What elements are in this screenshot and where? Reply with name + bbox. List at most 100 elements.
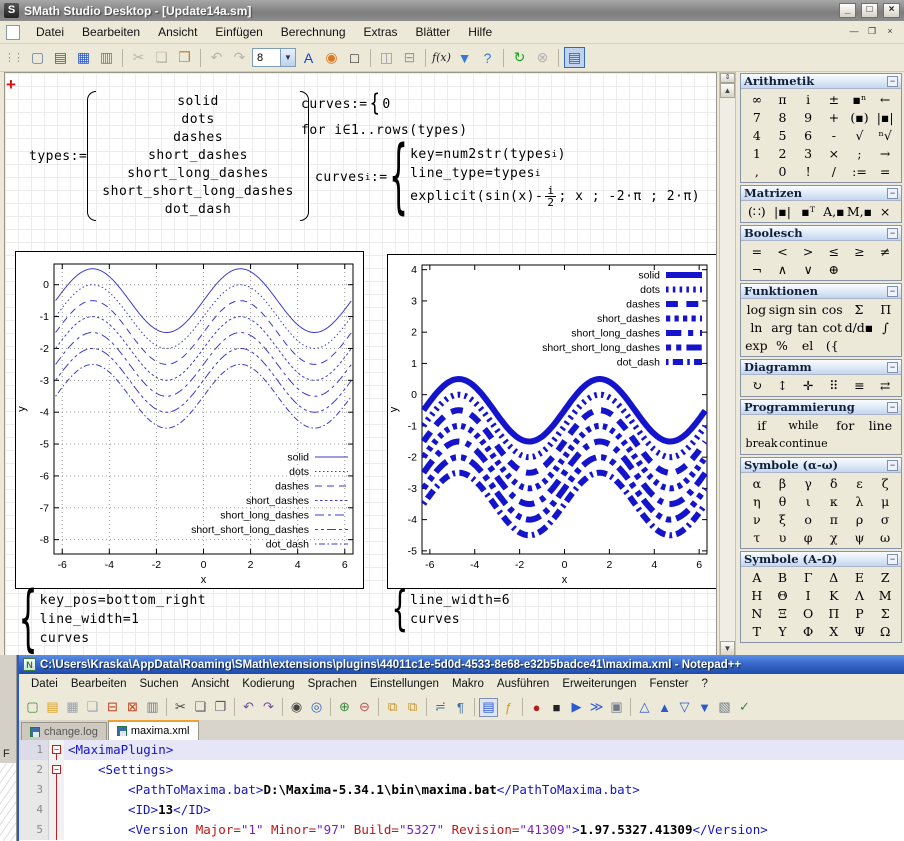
open-file-icon[interactable]: ▤	[50, 47, 71, 68]
curves-program-region[interactable]: curves:= { 0 for i∈1..rows(types) curves…	[301, 91, 700, 208]
palette-button[interactable]: →	[872, 145, 898, 162]
palette-button[interactable]: Ε	[847, 569, 873, 586]
palette-button[interactable]: ∞	[744, 91, 770, 108]
palette-button[interactable]: ⇄	[872, 377, 898, 394]
palette-button[interactable]: ↻	[744, 377, 770, 394]
sort-asc-icon[interactable]: △	[635, 698, 654, 717]
undo-icon[interactable]: ↶	[206, 47, 227, 68]
palette-button[interactable]: <	[770, 243, 796, 260]
palette-button[interactable]: Ρ	[847, 605, 873, 622]
npp-editor[interactable]: 1−<MaximaPlugin>2−<Settings>3<PathToMaxi…	[19, 740, 904, 841]
palette-button[interactable]: :=	[847, 163, 873, 180]
collapse-icon[interactable]: −	[887, 76, 898, 87]
save-macro-icon[interactable]: ▣	[607, 698, 626, 717]
close-file-icon[interactable]: ⊟	[103, 698, 122, 717]
stop-macro-icon[interactable]: ■	[547, 698, 566, 717]
monitor-icon[interactable]: ▧	[715, 698, 734, 717]
npp-menu-item-ansicht[interactable]: Ansicht	[186, 676, 236, 692]
worksheet[interactable]: + types:= soliddotsdashesshort_dashessho…	[4, 72, 717, 657]
collapse-icon[interactable]: −	[887, 188, 898, 199]
mdi-restore-button[interactable]: ❐	[864, 25, 880, 39]
palette-button[interactable]: θ	[770, 493, 796, 510]
palette-button[interactable]: 5	[770, 127, 796, 144]
sort-desc-icon[interactable]: ▼	[695, 698, 714, 717]
collapse-icon[interactable]: ▲	[655, 698, 674, 717]
palette-button[interactable]: ↕	[770, 377, 796, 394]
border-icon[interactable]: □	[344, 47, 365, 68]
palette-button[interactable]: Β	[770, 569, 796, 586]
redo-icon[interactable]: ↷	[229, 47, 250, 68]
plot-region-right[interactable]: -6-4-2024643210-1-2-3-4-5xysoliddotsdash…	[387, 254, 717, 589]
collapse-icon[interactable]: −	[887, 554, 898, 565]
fold-margin[interactable]: −	[49, 740, 64, 760]
palette-button[interactable]: κ	[821, 493, 847, 510]
palette-button[interactable]: ≥	[847, 243, 873, 260]
npp-menu-item-makro[interactable]: Makro	[446, 676, 490, 692]
palette-button[interactable]: !	[795, 163, 821, 180]
open-file-icon[interactable]: ▤	[43, 698, 62, 717]
palette-button[interactable]: Ζ	[872, 569, 898, 586]
fold-margin[interactable]	[49, 780, 64, 800]
palette-button[interactable]: line	[863, 417, 898, 434]
palette-button[interactable]: Θ	[770, 587, 796, 604]
code-line-3[interactable]: 3<PathToMaxima.bat>D:\Maxima-5.34.1\bin\…	[19, 780, 904, 800]
palette-button[interactable]: Υ	[770, 623, 796, 640]
palette-button[interactable]: tan	[795, 319, 820, 336]
combo-dropdown-icon[interactable]: ▼	[280, 49, 295, 66]
palette-button[interactable]: Σ	[872, 605, 898, 622]
palette-button[interactable]: M,▪	[847, 203, 873, 220]
replace-icon[interactable]: ◎	[307, 698, 326, 717]
palette-button[interactable]: υ	[770, 529, 796, 546]
print-icon[interactable]: ▥	[143, 698, 162, 717]
palette-button[interactable]: Σ	[845, 301, 874, 318]
npp-menu-item-fenster[interactable]: Fenster	[644, 676, 695, 692]
palette-button[interactable]: 7	[744, 109, 770, 126]
palette-button[interactable]: τ	[744, 529, 770, 546]
abort-icon[interactable]: ⊗	[532, 47, 553, 68]
new-document-icon[interactable]: ▢	[27, 47, 48, 68]
fold-collapse-icon[interactable]: −	[52, 745, 61, 754]
palette-button[interactable]: π	[821, 511, 847, 528]
save-icon[interactable]: ▦	[63, 698, 82, 717]
play-macro-icon[interactable]: ▶	[567, 698, 586, 717]
palette-button[interactable]: Α	[744, 569, 770, 586]
collapse-icon[interactable]: −	[887, 228, 898, 239]
palette-button[interactable]: arg	[769, 319, 795, 336]
fold-collapse-icon[interactable]: −	[52, 765, 61, 774]
palette-button[interactable]: Μ	[872, 587, 898, 604]
code-line-4[interactable]: 4<ID>13</ID>	[19, 800, 904, 820]
code-line-5[interactable]: 5<Version Major="1" Minor="97" Build="53…	[19, 820, 904, 840]
palette-button[interactable]: ✛	[795, 377, 821, 394]
palette-button[interactable]: η	[744, 493, 770, 510]
palette-button[interactable]: 8	[770, 109, 796, 126]
palette-button[interactable]: ln	[744, 319, 769, 336]
palette-button[interactable]: 1	[744, 145, 770, 162]
save-icon[interactable]: ▦	[73, 47, 94, 68]
palette-button[interactable]: α	[744, 475, 770, 492]
palette-button[interactable]: ≠	[872, 243, 898, 260]
palette-button[interactable]: ×	[821, 145, 847, 162]
align-horizontal-icon[interactable]: ◫	[376, 47, 397, 68]
plot-region-left[interactable]: -6-4-202460-1-2-3-4-5-6-7-8xysoliddotsda…	[15, 251, 364, 589]
palette-button[interactable]: ({	[820, 337, 845, 354]
palette-button[interactable]: 2	[770, 145, 796, 162]
palette-button[interactable]: λ	[847, 493, 873, 510]
mdi-minimize-button[interactable]: —	[846, 25, 862, 39]
palette-button[interactable]: log	[744, 301, 769, 318]
palette-button[interactable]: Λ	[847, 587, 873, 604]
menu-item-extras[interactable]: Extras	[356, 23, 406, 41]
palette-button[interactable]: Δ	[821, 569, 847, 586]
scroll-up-icon[interactable]: ▲	[720, 83, 735, 98]
collapse-icon[interactable]: −	[887, 402, 898, 413]
palette-button[interactable]: 0	[770, 163, 796, 180]
palette-button[interactable]: %	[769, 337, 795, 354]
palette-button[interactable]: ∫	[873, 319, 898, 336]
splitter-handle-icon[interactable]: ⇕	[720, 73, 735, 83]
palette-button[interactable]: 4	[744, 127, 770, 144]
palette-button[interactable]: d/d▪	[845, 319, 874, 336]
left-plot-params[interactable]: { key_pos=bottom_rightline_width=1curves	[17, 591, 206, 648]
palette-icon[interactable]: ◉	[321, 47, 342, 68]
palette-button[interactable]: i	[795, 91, 821, 108]
npp-menu-item-einstellungen[interactable]: Einstellungen	[364, 676, 445, 692]
palette-button[interactable]: Ψ	[847, 623, 873, 640]
